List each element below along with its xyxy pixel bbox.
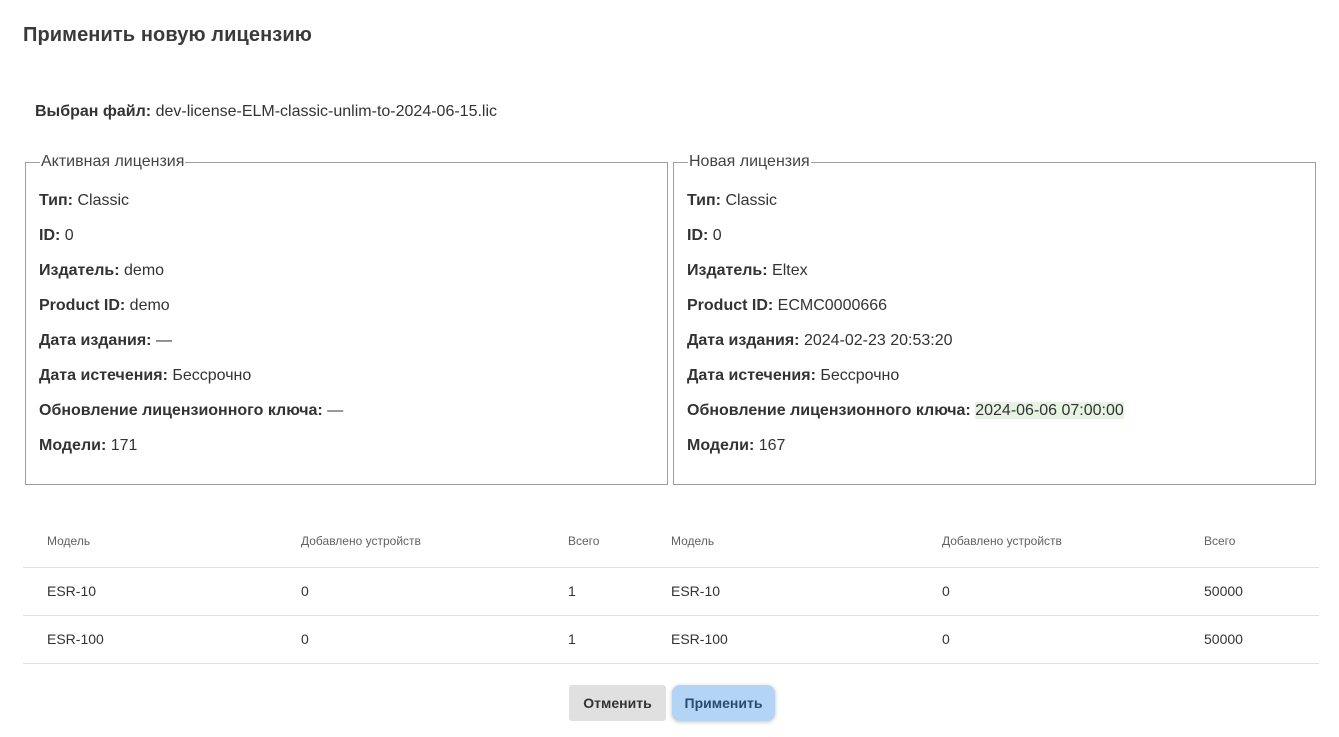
selected-file-name: dev-license-ELM-classic-unlim-to-2024-06… [155, 103, 498, 120]
field-label: Product ID: [687, 297, 774, 314]
field-label: ID: [687, 227, 709, 244]
field-value: — [155, 332, 172, 349]
new-license-legend: Новая лицензия [689, 153, 810, 170]
field-value: 0 [64, 227, 74, 244]
field-value: Бессрочно [820, 367, 900, 384]
new-license-models: Модели: 167 [687, 435, 1302, 470]
field-label: Обновление лицензионного ключа: [39, 402, 323, 419]
cell-total: 1 [568, 566, 671, 615]
new-license-id: ID: 0 [687, 225, 1302, 260]
new-license-publisher: Издатель: Eltex [687, 260, 1302, 295]
field-value: 2024-02-23 20:53:20 [803, 332, 953, 349]
field-value: Eltex [772, 262, 808, 279]
field-value: Classic [77, 192, 130, 209]
cell-total: 1 [568, 614, 671, 664]
selected-file-label: Выбран файл: [35, 103, 152, 120]
field-value: Бессрочно [172, 367, 252, 384]
active-license-issue-date: Дата издания: — [39, 330, 654, 365]
cell-new-added-devices: 0 [942, 566, 1204, 615]
active-license-panel: Активная лицензия Тип: Classic ID: 0 Изд… [25, 153, 668, 485]
field-label: Тип: [39, 192, 73, 209]
field-value: — [327, 402, 344, 419]
cell-new-model: ESR-100 [671, 614, 942, 664]
new-license-expiry-date: Дата истечения: Бессрочно [687, 365, 1302, 400]
field-value: 0 [712, 227, 722, 244]
field-value: ECMC0000666 [777, 297, 888, 314]
active-license-product-id: Product ID: demo [39, 295, 654, 330]
field-label: Издатель: [39, 262, 120, 279]
column-header-new-model: Модель [671, 533, 715, 548]
field-label: Издатель: [687, 262, 768, 279]
active-license-expiry-date: Дата истечения: Бессрочно [39, 365, 654, 400]
table-header-row: Модель Добавлено устройств Всего Модель … [23, 515, 1319, 567]
field-label: Product ID: [39, 297, 126, 314]
active-license-type: Тип: Classic [39, 190, 654, 225]
new-license-panel: Новая лицензия Тип: Classic ID: 0 Издате… [673, 153, 1316, 485]
field-label: Дата истечения: [39, 367, 168, 384]
new-license-product-id: Product ID: ECMC0000666 [687, 295, 1302, 330]
field-label: Обновление лицензионного ключа: [687, 402, 971, 419]
field-label: ID: [39, 227, 61, 244]
field-label: Дата истечения: [687, 367, 816, 384]
new-license-issue-date: Дата издания: 2024-02-23 20:53:20 [687, 330, 1302, 365]
active-license-legend: Активная лицензия [41, 153, 185, 170]
table-row: ESR-100 0 1 ESR-100 0 50000 [23, 614, 1319, 664]
models-table: Модель Добавлено устройств Всего Модель … [23, 515, 1319, 664]
column-header-new-added-devices: Добавлено устройств [942, 533, 1062, 548]
cell-new-total: 50000 [1204, 566, 1319, 615]
field-value: 171 [110, 437, 138, 454]
field-value: demo [124, 262, 165, 279]
column-header-added-devices: Добавлено устройств [301, 533, 421, 548]
cell-model: ESR-100 [23, 614, 301, 664]
cell-new-added-devices: 0 [942, 614, 1204, 664]
field-value: demo [129, 297, 170, 314]
cell-added-devices: 0 [301, 614, 568, 664]
field-label: Дата издания: [39, 332, 152, 349]
cell-added-devices: 0 [301, 566, 568, 615]
cancel-button[interactable]: Отменить [569, 685, 666, 721]
highlighted-field-value: 2024-06-06 07:00:00 [975, 402, 1124, 419]
column-header-total: Всего [568, 533, 600, 548]
table-row: ESR-10 0 1 ESR-10 0 50000 [23, 566, 1319, 615]
active-license-key-update: Обновление лицензионного ключа: — [39, 400, 654, 435]
cell-model: ESR-10 [23, 566, 301, 615]
apply-button[interactable]: Применить [672, 685, 775, 721]
column-header-model: Модель [47, 533, 91, 548]
new-license-type: Тип: Classic [687, 190, 1302, 225]
selected-file: Выбран файл: dev-license-ELM-classic-unl… [35, 103, 497, 121]
field-label: Модели: [39, 437, 107, 454]
field-label: Тип: [687, 192, 721, 209]
cell-new-total: 50000 [1204, 614, 1319, 664]
active-license-models: Модели: 171 [39, 435, 654, 470]
field-value: Classic [725, 192, 778, 209]
column-header-new-total: Всего [1204, 533, 1236, 548]
field-label: Дата издания: [687, 332, 800, 349]
cell-new-model: ESR-10 [671, 566, 942, 615]
active-license-publisher: Издатель: demo [39, 260, 654, 295]
active-license-id: ID: 0 [39, 225, 654, 260]
new-license-key-update: Обновление лицензионного ключа: 2024-06-… [687, 400, 1302, 435]
field-value: 167 [758, 437, 786, 454]
dialog-title: Применить новую лицензию [23, 24, 312, 46]
apply-license-dialog: Применить новую лицензию Выбран файл: de… [0, 0, 1339, 737]
field-label: Модели: [687, 437, 755, 454]
